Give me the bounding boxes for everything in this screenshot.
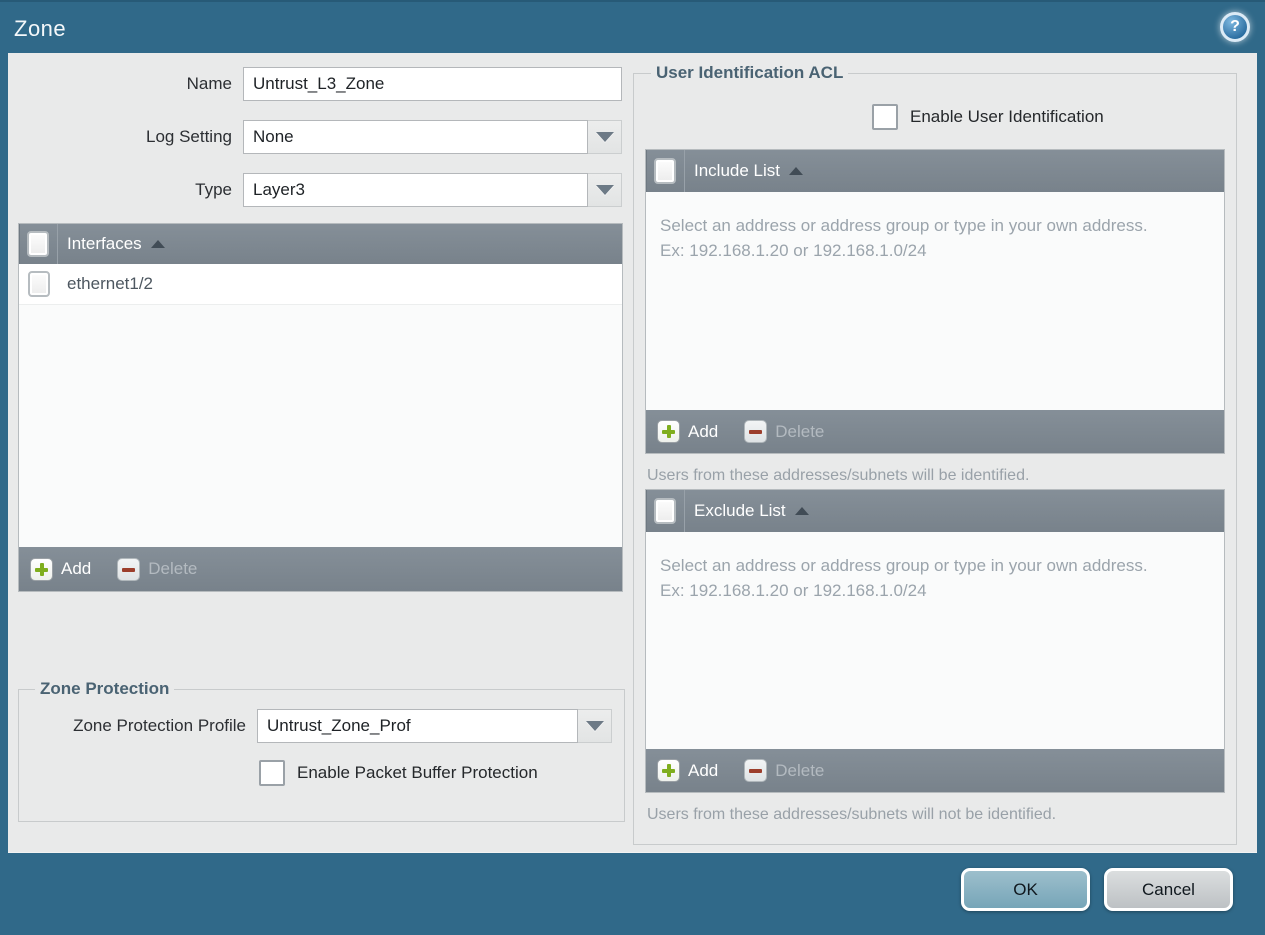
include-delete-button[interactable]: Delete [744, 420, 824, 443]
sort-ascending-icon[interactable] [794, 507, 809, 515]
log-setting-dropdown-button[interactable] [588, 120, 622, 154]
exclude-list-header: Exclude List [646, 490, 1224, 532]
chevron-down-icon [595, 132, 614, 142]
table-row[interactable]: ethernet1/2 [19, 264, 622, 305]
name-row: Name [18, 67, 625, 101]
enable-user-identification-row: Enable User Identification [872, 104, 1225, 130]
left-column: Name Log Setting Type [18, 53, 625, 822]
type-input[interactable] [243, 173, 588, 207]
log-setting-label: Log Setting [145, 127, 232, 146]
minus-icon [744, 420, 768, 443]
include-list-helper: Users from these addresses/subnets will … [647, 467, 1030, 484]
interface-name: ethernet1/2 [67, 274, 154, 293]
delete-button[interactable]: Delete [117, 557, 197, 581]
interfaces-table-header: Interfaces [19, 224, 622, 264]
name-label: Name [186, 74, 232, 93]
interfaces-table: Interfaces ethernet1/2 Add Delete [18, 223, 623, 592]
include-add-button[interactable]: Add [657, 420, 718, 443]
user-identification-acl-legend: User Identification ACL [656, 63, 844, 82]
zone-protection-profile-dropdown-button[interactable] [578, 709, 612, 743]
include-list-select-all-checkbox[interactable] [654, 158, 676, 184]
cancel-button[interactable]: Cancel [1104, 868, 1233, 911]
minus-icon [117, 557, 141, 581]
zone-protection-profile-label: Zone Protection Profile [73, 716, 246, 735]
packet-buffer-row: Enable Packet Buffer Protection [259, 760, 614, 786]
type-row: Type [18, 173, 625, 207]
exclude-add-button[interactable]: Add [657, 759, 718, 782]
log-setting-input[interactable] [243, 120, 588, 154]
include-list-header: Include List [646, 150, 1224, 192]
log-setting-combo [243, 120, 622, 154]
zone-protection-profile-row: Zone Protection Profile [29, 709, 614, 743]
interfaces-column-header[interactable]: Interfaces [67, 234, 142, 254]
include-list-body[interactable]: Select an address or address group or ty… [646, 192, 1224, 410]
sort-ascending-icon[interactable] [150, 240, 165, 248]
enable-user-identification-checkbox[interactable] [872, 104, 898, 130]
packet-buffer-checkbox[interactable] [259, 760, 285, 786]
exclude-list-footer: Add Delete [646, 749, 1224, 792]
type-combo [243, 173, 622, 207]
chevron-down-icon [595, 185, 614, 195]
plus-icon [30, 557, 53, 581]
exclude-list-select-all-checkbox[interactable] [654, 498, 676, 524]
zone-protection-profile-input[interactable] [257, 709, 578, 743]
exclude-list-column-header[interactable]: Exclude List [694, 501, 786, 521]
user-identification-acl-section: User Identification ACL Enable User Iden… [633, 63, 1237, 845]
zone-protection-profile-combo [257, 709, 612, 743]
minus-icon [744, 759, 768, 782]
dialog-titlebar: Zone ? [0, 0, 1265, 53]
include-list-column-header[interactable]: Include List [694, 161, 780, 181]
name-input[interactable] [243, 67, 622, 101]
enable-user-identification-label: Enable User Identification [910, 107, 1104, 126]
type-dropdown-button[interactable] [588, 173, 622, 207]
row-checkbox[interactable] [27, 271, 50, 297]
zone-dialog: { "window": { "title": "Zone" }, "icons"… [0, 0, 1265, 935]
dialog-title: Zone [14, 16, 67, 41]
help-icon[interactable]: ? [1220, 12, 1250, 42]
dialog-content: Name Log Setting Type [8, 53, 1257, 853]
interfaces-select-all-checkbox[interactable] [27, 231, 49, 257]
exclude-list-body[interactable]: Select an address or address group or ty… [646, 532, 1224, 749]
include-list-footer: Add Delete [646, 410, 1224, 453]
zone-protection-section: Zone Protection Zone Protection Profile … [18, 679, 625, 822]
exclude-list-table: Exclude List Select an address or addres… [645, 489, 1225, 793]
add-button[interactable]: Add [30, 557, 91, 581]
plus-icon [657, 759, 680, 782]
interfaces-table-body: ethernet1/2 [19, 264, 622, 547]
packet-buffer-label: Enable Packet Buffer Protection [297, 763, 538, 782]
include-list-placeholder: Select an address or address group or ty… [660, 216, 1148, 260]
plus-icon [657, 420, 680, 443]
log-setting-row: Log Setting [18, 120, 625, 154]
exclude-list-helper: Users from these addresses/subnets will … [647, 806, 1057, 823]
interfaces-table-footer: Add Delete [19, 547, 622, 591]
type-label: Type [195, 180, 232, 199]
exclude-list-placeholder: Select an address or address group or ty… [660, 556, 1148, 600]
exclude-delete-button[interactable]: Delete [744, 759, 824, 782]
ok-button[interactable]: OK [961, 868, 1090, 911]
chevron-down-icon [585, 721, 604, 731]
sort-ascending-icon[interactable] [789, 167, 803, 175]
zone-protection-legend: Zone Protection [40, 679, 170, 698]
include-list-table: Include List Select an address or addres… [645, 149, 1225, 454]
